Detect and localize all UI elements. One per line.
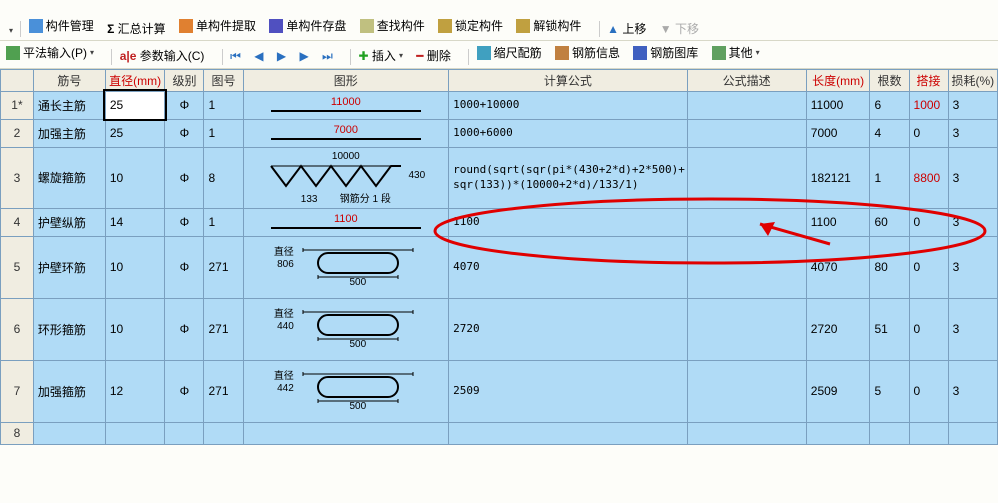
h-name: 筋号 [33,69,105,91]
h-formula: 计算公式 [449,69,687,91]
h-desc: 公式描述 [687,69,806,91]
btn-find[interactable]: 查找构件 [360,17,425,34]
table-row[interactable]: 4护壁纵筋14Φ11100 110011006003 [1,208,998,236]
btn-pf-input[interactable]: 平法输入(P)▾ [6,44,94,61]
toolbar-2: 平法输入(P)▾ a|e 参数输入(C) ⏮ ◀ ▶ ▶ ⏭ ✚ 插入▾ ━ 删… [0,41,998,68]
header-row: 筋号 直径(mm) 级别 图号 图形 计算公式 公式描述 长度(mm) 根数 搭… [1,69,998,91]
up-icon: ▲ [607,22,619,36]
btn-gjtk[interactable]: 钢筋图库 [633,44,698,61]
down-icon: ▼ [660,22,672,36]
dropdown-icon[interactable]: ▾ [9,26,13,35]
btn-insert[interactable]: ✚ 插入▾ [359,47,403,64]
rebar-table[interactable]: 筋号 直径(mm) 级别 图号 图形 计算公式 公式描述 长度(mm) 根数 搭… [0,69,998,445]
minus-icon: ━ [416,49,423,63]
table-row[interactable]: 7加强箍筋12Φ271 直径442 500 25092509503 [1,360,998,422]
nav-next[interactable]: ▶ [299,49,308,63]
top-menubar [0,0,998,14]
unlock-icon [516,19,530,33]
nav-prev[interactable]: ◀ [254,49,263,63]
plus-icon: ✚ [359,49,369,63]
btn-delete[interactable]: ━ 删除 [416,47,451,64]
h-qty: 根数 [870,69,909,91]
btn-other[interactable]: 其他▾ [712,44,760,61]
btn-gjxx[interactable]: 钢筋信息 [555,44,620,61]
h-fig: 图号 [204,69,243,91]
h-len: 长度(mm) [806,69,870,91]
btn-move-up[interactable]: ▲ 上移 [607,20,646,37]
btn-sum-calc[interactable]: Σ 汇总计算 [107,20,166,37]
table-row[interactable]: 8 [1,422,998,444]
h-loss: 损耗(%) [948,69,997,91]
nav-play[interactable]: ▶ [277,49,286,63]
btn-sfpj[interactable]: 缩尺配筋 [477,44,542,61]
lock-icon [438,19,452,33]
h-grade: 级别 [165,69,204,91]
btn-single-extract[interactable]: 单构件提取 [179,17,256,34]
table-row[interactable]: 6环形箍筋10Φ271 直径440 500 272027205103 [1,298,998,360]
btn-single-save[interactable]: 单构件存盘 [269,17,346,34]
h-idx [1,69,34,91]
h-lap: 搭接 [909,69,948,91]
toolbar-1: ▾ 构件管理 Σ 汇总计算 单构件提取 单构件存盘 查找构件 锁定构件 解锁构件… [0,14,998,41]
nav-last[interactable]: ⏭ [322,49,333,64]
btn-component-mgr[interactable]: 构件管理 [29,17,94,34]
table-row[interactable]: 3螺旋箍筋10Φ8 10000 430 133 钢筋分 1 段 round(sq… [1,147,998,208]
h-shape: 图形 [243,69,449,91]
btn-unlock[interactable]: 解锁构件 [516,17,581,34]
table-row[interactable]: 5护壁环筋10Φ271 直径806 500 407040708003 [1,236,998,298]
btn-lock[interactable]: 锁定构件 [438,17,503,34]
btn-param-input[interactable]: a|e 参数输入(C) [120,47,205,64]
h-dia: 直径(mm) [105,69,165,91]
table-row[interactable]: 2加强主筋25Φ17000 1000+60007000403 [1,119,998,147]
table-row[interactable]: 1*通长主筋25Φ111000 1000+1000011000610003 [1,91,998,119]
nav-first[interactable]: ⏮ [230,49,241,64]
btn-move-down: ▼ 下移 [660,20,699,37]
